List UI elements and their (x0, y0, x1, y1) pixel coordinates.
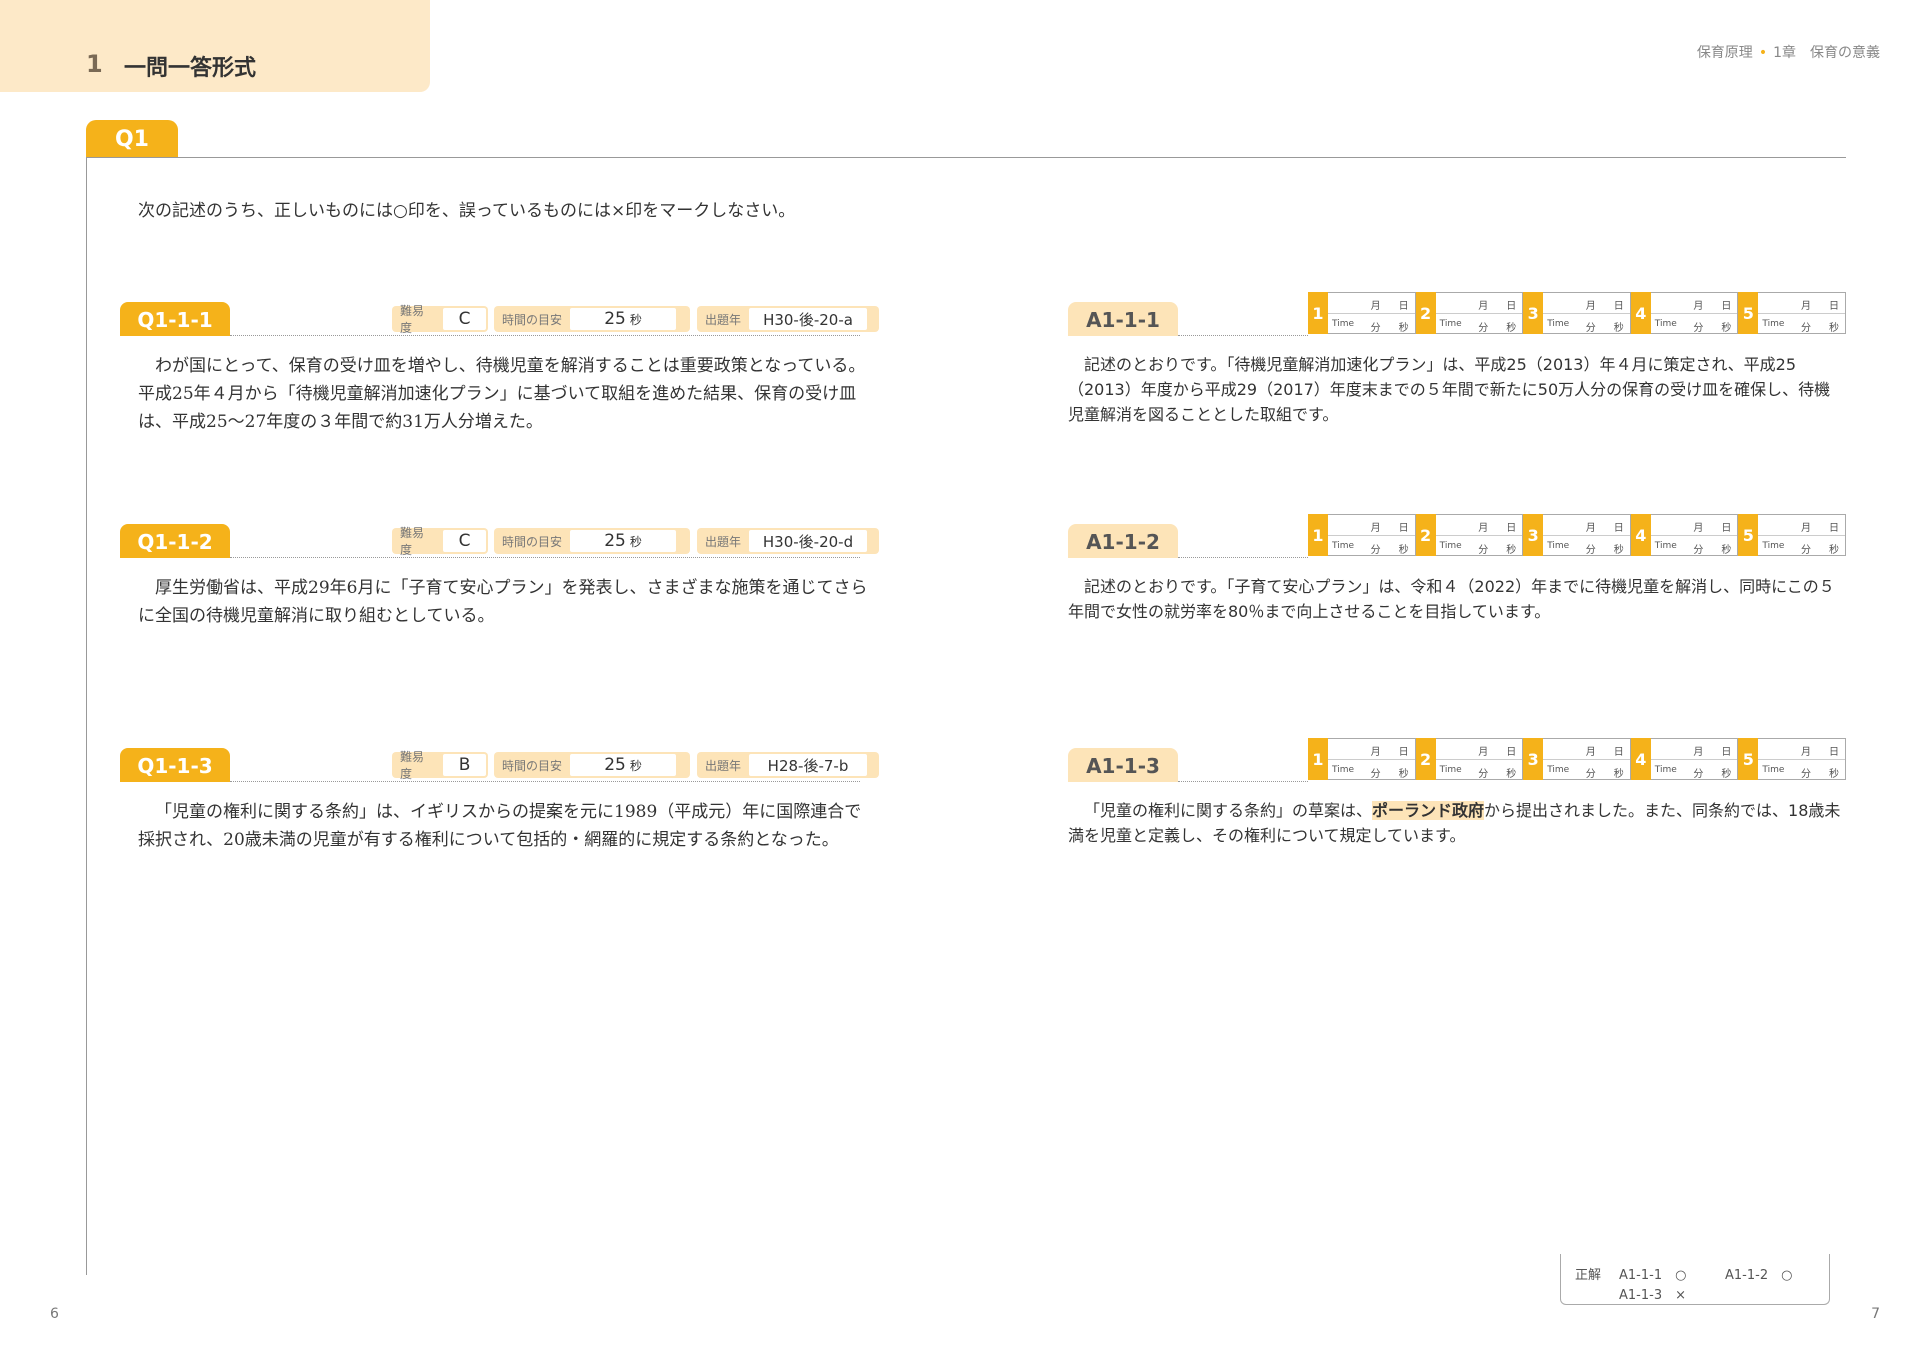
page-number-right: 7 (1871, 1306, 1880, 1322)
difficulty-box: 難易度 B (392, 750, 488, 781)
answer-text: 「児童の権利に関する条約」の草案は、ポーランド政府から提出されました。また、同条… (1068, 798, 1844, 848)
chapter-title: 一問一答形式 (124, 56, 257, 81)
time-value-wrap: 25 秒 (570, 530, 677, 552)
tracker-slot[interactable]: 3 月日 Time 分秒 (1523, 738, 1631, 780)
year-box: 出題年 H30-後-20-a (697, 306, 879, 332)
question-paragraph: 厚生労働省は、平成29年6月に「子育て安心プラン」を発表し、さまざまな施策を通じ… (138, 578, 868, 626)
year-box: 出題年 H30-後-20-d (697, 528, 879, 554)
time-tracker: 1 月日 Time 分秒 2 月日 Time 分秒 3 月日 Time 分秒 4 月日 Time 分秒 … (1308, 514, 1846, 556)
answer-key-box: 正解 A1-1-1 ○ A1-1-2 ○ A1-1-3 × (1560, 1254, 1830, 1305)
difficulty-value: C (443, 530, 486, 552)
tracker-slot[interactable]: 5 月日 Time 分秒 (1738, 514, 1846, 556)
year-label: 出題年 (705, 534, 742, 549)
difficulty-box: 難易度 C (392, 526, 488, 557)
answer-paragraph: 「児童の権利に関する条約」の草案は、ポーランド政府から提出されました。また、同条… (1068, 798, 1844, 848)
bullet-icon: • (1758, 45, 1768, 61)
dotted-rule (230, 335, 860, 336)
dotted-rule (1178, 781, 1308, 782)
answer-key-item: A1-1-1 ○ (1619, 1268, 1687, 1283)
tracker-slot[interactable]: 1 月日 Time 分秒 (1308, 738, 1416, 780)
answer-tag: A1-1-2 (1068, 524, 1178, 558)
year-label: 出題年 (705, 312, 742, 327)
time-value-wrap: 25 秒 (570, 308, 677, 330)
tracker-slot[interactable]: 1 月日 Time 分秒 (1308, 292, 1416, 334)
tracker-slot[interactable]: 2 月日 Time 分秒 (1415, 738, 1524, 780)
instruction-text: 次の記述のうち、正しいものには○印を、誤っているものには×印をマークしなさい。 (138, 201, 796, 221)
time-box: 時間の目安 25 秒 (494, 528, 690, 554)
answer-key-item: A1-1-3 × (1619, 1288, 1686, 1303)
tracker-slot[interactable]: 4 月日 Time 分秒 (1630, 738, 1739, 780)
difficulty-label: 難易度 (400, 750, 425, 781)
year-value: H30-後-20-d (749, 530, 868, 552)
answer-text: 記述のとおりです。「子育て安心プラン」は、令和４（2022）年までに待機児童を解… (1068, 574, 1844, 624)
time-value: 25 (604, 309, 626, 329)
time-label: 時間の目安 (502, 758, 563, 773)
left-margin-rule (86, 158, 87, 1275)
time-tracker: 1 月日 Time 分秒 2 月日 Time 分秒 3 月日 Time 分秒 4 月日 Time 分秒 … (1308, 292, 1846, 334)
answer-text-part: 「児童の権利に関する条約」の草案は、 (1084, 801, 1373, 820)
seconds-unit: 秒 (629, 758, 642, 773)
dotted-rule (1178, 557, 1308, 558)
dotted-rule (230, 557, 860, 558)
seconds-unit: 秒 (629, 312, 642, 327)
time-tracker: 1 月日 Time 分秒 2 月日 Time 分秒 3 月日 Time 分秒 4 月日 Time 分秒 … (1308, 738, 1846, 780)
running-head: 保育原理 • 1章 保育の意義 (1697, 42, 1880, 62)
year-label: 出題年 (705, 758, 742, 773)
time-label: 時間の目安 (502, 312, 563, 327)
tracker-slot[interactable]: 3 月日 Time 分秒 (1523, 514, 1631, 556)
question-text: 「児童の権利に関する条約」は、イギリスからの提案を元に1989（平成元）年に国際… (138, 798, 868, 854)
question-tag: Q1-1-1 (120, 302, 230, 336)
tracker-slot[interactable]: 5 月日 Time 分秒 (1738, 738, 1846, 780)
answer-key-item: A1-1-2 ○ (1725, 1268, 1793, 1283)
question-paragraph: わが国にとって、保育の受け皿を増やし、待機児童を解消することは重要政策となってい… (138, 356, 866, 432)
tracker-slot[interactable]: 2 月日 Time 分秒 (1415, 292, 1524, 334)
tracker-slot[interactable]: 3 月日 Time 分秒 (1523, 292, 1631, 334)
answer-paragraph: 記述のとおりです。「子育て安心プラン」は、令和４（2022）年までに待機児童を解… (1068, 577, 1835, 621)
difficulty-label: 難易度 (400, 526, 425, 557)
tracker-slot[interactable]: 1 月日 Time 分秒 (1308, 514, 1416, 556)
chapter-number: 1 (86, 50, 103, 78)
answer-tag: A1-1-3 (1068, 748, 1178, 782)
answer-text: 記述のとおりです。「待機児童解消加速化プラン」は、平成25（2013）年４月に策… (1068, 352, 1844, 427)
question-text: 厚生労働省は、平成29年6月に「子育て安心プラン」を発表し、さまざまな施策を通じ… (138, 574, 868, 630)
time-value: 25 (604, 531, 626, 551)
chapter-tab: 1 一問一答形式 (0, 0, 430, 92)
section-tag: Q1 (86, 120, 178, 158)
question-paragraph: 「児童の権利に関する条約」は、イギリスからの提案を元に1989（平成元）年に国際… (138, 802, 862, 850)
time-value-wrap: 25 秒 (570, 754, 677, 776)
year-value: H28-後-7-b (749, 754, 868, 776)
running-head-subject: 保育原理 (1696, 45, 1753, 61)
tracker-slot[interactable]: 4 月日 Time 分秒 (1630, 292, 1739, 334)
page-number-left: 6 (50, 1306, 59, 1322)
tracker-slot[interactable]: 2 月日 Time 分秒 (1415, 514, 1524, 556)
tracker-slot[interactable]: 5 月日 Time 分秒 (1738, 292, 1846, 334)
difficulty-box: 難易度 C (392, 304, 488, 335)
dotted-rule (230, 781, 860, 782)
section-rule (86, 157, 1846, 158)
tracker-slot[interactable]: 4 月日 Time 分秒 (1630, 514, 1739, 556)
time-box: 時間の目安 25 秒 (494, 752, 690, 778)
time-box: 時間の目安 25 秒 (494, 306, 690, 332)
question-text: わが国にとって、保育の受け皿を増やし、待機児童を解消することは重要政策となってい… (138, 352, 868, 436)
answer-highlight: ポーランド政府 (1372, 801, 1485, 820)
answer-paragraph: 記述のとおりです。「待機児童解消加速化プラン」は、平成25（2013）年４月に策… (1068, 355, 1831, 424)
dotted-rule (1178, 335, 1308, 336)
year-box: 出題年 H28-後-7-b (697, 752, 879, 778)
time-value: 25 (604, 755, 626, 775)
difficulty-label: 難易度 (400, 304, 425, 335)
running-head-chapter: 1章 保育の意義 (1773, 45, 1880, 61)
question-tag: Q1-1-3 (120, 748, 230, 782)
answer-tag: A1-1-1 (1068, 302, 1178, 336)
year-value: H30-後-20-a (749, 308, 868, 330)
seconds-unit: 秒 (629, 534, 642, 549)
time-label: 時間の目安 (502, 534, 563, 549)
question-tag: Q1-1-2 (120, 524, 230, 558)
difficulty-value: B (443, 754, 486, 776)
difficulty-value: C (443, 308, 486, 330)
answer-key-label: 正解 (1575, 1268, 1602, 1283)
